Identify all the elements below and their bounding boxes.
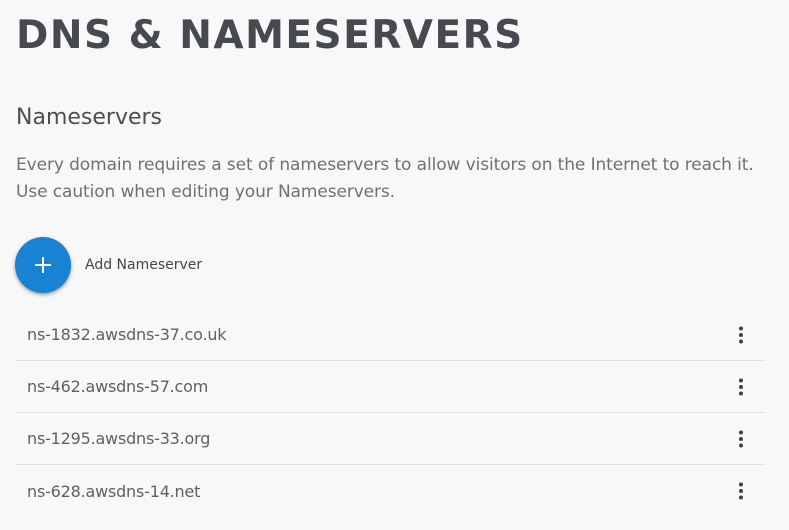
- more-vertical-icon: [739, 378, 743, 395]
- more-vertical-icon: [739, 326, 743, 343]
- add-nameserver-control[interactable]: Add Nameserver: [15, 237, 202, 293]
- nameserver-name: ns-1295.awsdns-33.org: [27, 429, 211, 448]
- nameserver-list: ns-1832.awsdns-37.co.uk ns-462.awsdns-57…: [16, 309, 765, 517]
- row-menu-button[interactable]: [725, 319, 757, 351]
- more-vertical-icon: [739, 430, 743, 447]
- nameserver-name: ns-1832.awsdns-37.co.uk: [27, 325, 227, 344]
- plus-icon: [35, 257, 51, 273]
- more-vertical-icon: [739, 482, 743, 500]
- add-nameserver-button[interactable]: [15, 237, 71, 293]
- nameserver-row: ns-1295.awsdns-33.org: [16, 413, 765, 465]
- section-title: Nameservers: [16, 105, 163, 130]
- nameserver-row: ns-1832.awsdns-37.co.uk: [16, 309, 765, 361]
- row-menu-button[interactable]: [725, 371, 757, 403]
- nameserver-name: ns-628.awsdns-14.net: [27, 481, 201, 501]
- nameserver-row: ns-462.awsdns-57.com: [16, 361, 765, 413]
- row-menu-button[interactable]: [725, 423, 757, 455]
- add-nameserver-label[interactable]: Add Nameserver: [85, 257, 202, 273]
- nameserver-name: ns-462.awsdns-57.com: [27, 377, 209, 396]
- section-description: Every domain requires a set of nameserve…: [16, 155, 754, 202]
- nameserver-row: ns-628.awsdns-14.net: [16, 465, 765, 517]
- page-title: DNS & NAMESERVERS: [16, 13, 524, 58]
- row-menu-button[interactable]: [725, 475, 757, 507]
